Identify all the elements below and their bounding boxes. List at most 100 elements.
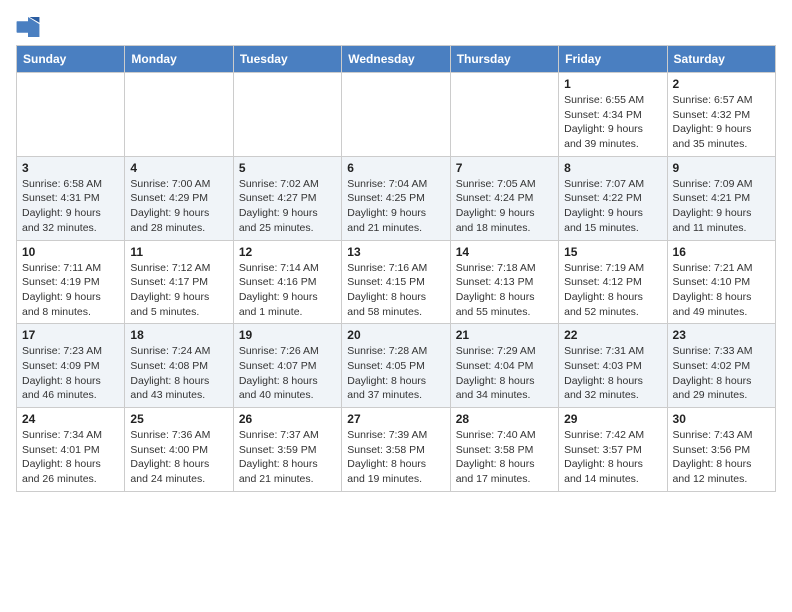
day-info: Sunrise: 7:37 AM Sunset: 3:59 PM Dayligh… [239,428,336,487]
weekday-header-row: SundayMondayTuesdayWednesdayThursdayFrid… [17,46,776,73]
calendar-cell: 28Sunrise: 7:40 AM Sunset: 3:58 PM Dayli… [450,408,558,492]
calendar-cell: 11Sunrise: 7:12 AM Sunset: 4:17 PM Dayli… [125,240,233,324]
day-info: Sunrise: 6:57 AM Sunset: 4:32 PM Dayligh… [673,93,770,152]
weekday-header-thursday: Thursday [450,46,558,73]
header [16,16,776,37]
day-number: 30 [673,412,770,426]
day-number: 13 [347,245,444,259]
day-number: 19 [239,328,336,342]
calendar-cell: 15 Sunrise: 7:19 AM Sunset: 4:12 PM Dayli… [559,240,667,324]
calendar: SundayMondayTuesdayWednesdayThursdayFrid… [16,45,776,492]
weekday-header-sunday: Sunday [17,46,125,73]
day-number: 5 [239,161,336,175]
day-number: 1 [564,77,661,91]
calendar-cell [342,73,450,157]
weekday-header-tuesday: Tuesday [233,46,341,73]
day-info: Sunrise: 6:55 AM Sunset: 4:34 PM Dayligh… [564,93,661,152]
calendar-cell: 22 Sunrise: 7:31 AM Sunset: 4:03 PM Dayli… [559,324,667,408]
calendar-cell: 18 Sunrise: 7:24 AM Sunset: 4:08 PM Dayli… [125,324,233,408]
day-info: Sunrise: 7:28 AM Sunset: 4:05 PM Dayligh… [347,344,444,403]
day-info: Sunrise: 7:40 AM Sunset: 3:58 PM Dayligh… [456,428,553,487]
day-number: 16 [673,245,770,259]
day-info: Sunrise: 7:04 AM Sunset: 4:25 PM Dayligh… [347,177,444,236]
day-number: 10 [22,245,119,259]
day-info: Sunrise: 7:26 AM Sunset: 4:07 PM Dayligh… [239,344,336,403]
calendar-cell: 8 Sunrise: 7:07 AM Sunset: 4:22 PM Daylig… [559,156,667,240]
calendar-cell: 16 Sunrise: 7:21 AM Sunset: 4:10 PM Dayli… [667,240,775,324]
day-info: Sunrise: 7:42 AM Sunset: 3:57 PM Dayligh… [564,428,661,487]
calendar-cell: 14Sunrise: 7:18 AM Sunset: 4:13 PM Dayli… [450,240,558,324]
calendar-cell: 30Sunrise: 7:43 AM Sunset: 3:56 PM Dayli… [667,408,775,492]
day-info: Sunrise: 7:16 AM Sunset: 4:15 PM Dayligh… [347,261,444,320]
day-number: 4 [130,161,227,175]
day-info: Sunrise: 7:02 AM Sunset: 4:27 PM Dayligh… [239,177,336,236]
calendar-cell: 6 Sunrise: 7:04 AM Sunset: 4:25 PM Daylig… [342,156,450,240]
calendar-cell: 19 Sunrise: 7:26 AM Sunset: 4:07 PM Dayli… [233,324,341,408]
day-number: 15 [564,245,661,259]
day-number: 21 [456,328,553,342]
calendar-cell: 29 Sunrise: 7:42 AM Sunset: 3:57 PM Dayli… [559,408,667,492]
day-number: 7 [456,161,553,175]
day-info: Sunrise: 7:34 AM Sunset: 4:01 PM Dayligh… [22,428,119,487]
day-info: Sunrise: 6:58 AM Sunset: 4:31 PM Dayligh… [22,177,119,236]
calendar-cell: 13 Sunrise: 7:16 AM Sunset: 4:15 PM Dayli… [342,240,450,324]
day-number: 18 [130,328,227,342]
day-info: Sunrise: 7:39 AM Sunset: 3:58 PM Dayligh… [347,428,444,487]
calendar-cell: 27 Sunrise: 7:39 AM Sunset: 3:58 PM Dayli… [342,408,450,492]
day-number: 20 [347,328,444,342]
day-number: 26 [239,412,336,426]
calendar-cell: 20 Sunrise: 7:28 AM Sunset: 4:05 PM Dayli… [342,324,450,408]
day-info: Sunrise: 7:36 AM Sunset: 4:00 PM Dayligh… [130,428,227,487]
day-number: 17 [22,328,119,342]
calendar-cell: 1 Sunrise: 6:55 AM Sunset: 4:34 PM Daylig… [559,73,667,157]
day-number: 29 [564,412,661,426]
day-info: Sunrise: 7:09 AM Sunset: 4:21 PM Dayligh… [673,177,770,236]
week-row-4: 17 Sunrise: 7:23 AM Sunset: 4:09 PM Dayli… [17,324,776,408]
weekday-header-friday: Friday [559,46,667,73]
calendar-cell: 24 Sunrise: 7:34 AM Sunset: 4:01 PM Dayli… [17,408,125,492]
day-info: Sunrise: 7:05 AM Sunset: 4:24 PM Dayligh… [456,177,553,236]
day-number: 11 [130,245,227,259]
day-info: Sunrise: 7:23 AM Sunset: 4:09 PM Dayligh… [22,344,119,403]
calendar-cell: 26 Sunrise: 7:37 AM Sunset: 3:59 PM Dayli… [233,408,341,492]
weekday-header-monday: Monday [125,46,233,73]
day-number: 23 [673,328,770,342]
day-number: 14 [456,245,553,259]
week-row-2: 3 Sunrise: 6:58 AM Sunset: 4:31 PM Daylig… [17,156,776,240]
day-info: Sunrise: 7:31 AM Sunset: 4:03 PM Dayligh… [564,344,661,403]
calendar-cell [17,73,125,157]
calendar-cell [125,73,233,157]
day-info: Sunrise: 7:07 AM Sunset: 4:22 PM Dayligh… [564,177,661,236]
day-number: 8 [564,161,661,175]
day-info: Sunrise: 7:29 AM Sunset: 4:04 PM Dayligh… [456,344,553,403]
day-number: 27 [347,412,444,426]
week-row-3: 10 Sunrise: 7:11 AM Sunset: 4:19 PM Dayli… [17,240,776,324]
weekday-header-wednesday: Wednesday [342,46,450,73]
day-info: Sunrise: 7:19 AM Sunset: 4:12 PM Dayligh… [564,261,661,320]
calendar-cell [233,73,341,157]
calendar-cell: 23Sunrise: 7:33 AM Sunset: 4:02 PM Dayli… [667,324,775,408]
day-info: Sunrise: 7:21 AM Sunset: 4:10 PM Dayligh… [673,261,770,320]
day-info: Sunrise: 7:24 AM Sunset: 4:08 PM Dayligh… [130,344,227,403]
calendar-cell: 21 Sunrise: 7:29 AM Sunset: 4:04 PM Dayli… [450,324,558,408]
day-number: 2 [673,77,770,91]
day-number: 3 [22,161,119,175]
calendar-cell: 17 Sunrise: 7:23 AM Sunset: 4:09 PM Dayli… [17,324,125,408]
day-info: Sunrise: 7:11 AM Sunset: 4:19 PM Dayligh… [22,261,119,320]
day-number: 12 [239,245,336,259]
logo-icon [16,17,40,37]
calendar-cell: 10 Sunrise: 7:11 AM Sunset: 4:19 PM Dayli… [17,240,125,324]
day-number: 24 [22,412,119,426]
week-row-5: 24 Sunrise: 7:34 AM Sunset: 4:01 PM Dayli… [17,408,776,492]
day-info: Sunrise: 7:00 AM Sunset: 4:29 PM Dayligh… [130,177,227,236]
calendar-cell: 25Sunrise: 7:36 AM Sunset: 4:00 PM Dayli… [125,408,233,492]
day-number: 22 [564,328,661,342]
week-row-1: 1 Sunrise: 6:55 AM Sunset: 4:34 PM Daylig… [17,73,776,157]
calendar-cell [450,73,558,157]
calendar-cell: 9 Sunrise: 7:09 AM Sunset: 4:21 PM Daylig… [667,156,775,240]
day-number: 6 [347,161,444,175]
calendar-cell: 7 Sunrise: 7:05 AM Sunset: 4:24 PM Daylig… [450,156,558,240]
day-number: 9 [673,161,770,175]
logo [16,16,44,37]
weekday-header-saturday: Saturday [667,46,775,73]
